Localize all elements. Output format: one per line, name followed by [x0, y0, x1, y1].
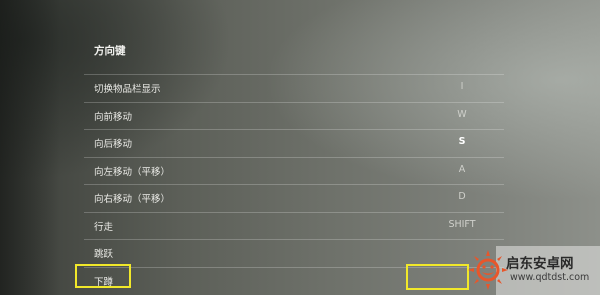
action-label: 跳跃 — [94, 249, 114, 260]
highlight-box-key — [406, 264, 469, 290]
watermark: 启东安卓网 www.qdtdst.com — [466, 246, 600, 295]
key-button[interactable]: D — [432, 191, 492, 202]
keybinding-row-forward[interactable]: 向前移动 W — [84, 101, 504, 130]
key-button[interactable]: W — [432, 109, 492, 120]
keybinding-row-jump[interactable]: 跳跃 — [84, 239, 504, 267]
keybinding-row-backward[interactable]: 向后移动 S — [84, 129, 504, 157]
key-button[interactable]: S — [432, 136, 492, 147]
key-button[interactable]: A — [432, 164, 492, 175]
keybinding-row-strafe-right[interactable]: 向右移动（平移） D — [84, 184, 504, 212]
key-button[interactable]: SHIFT — [432, 219, 492, 230]
action-label: 向后移动 — [94, 139, 133, 150]
sun-logo-icon — [468, 250, 508, 290]
keybinding-list: 切换物品栏显示 I 向前移动 W 向后移动 S 向左移动（平移） A 向右移动（… — [84, 74, 504, 294]
action-label: 向前移动 — [94, 111, 133, 123]
action-label: 切换物品栏显示 — [94, 84, 161, 95]
highlight-box-action — [75, 264, 131, 288]
action-label: 行走 — [94, 221, 114, 233]
section-title: 方向键 — [94, 45, 126, 57]
keybinding-row-walk[interactable]: 行走 SHIFT — [84, 211, 504, 240]
background-shade — [0, 0, 60, 295]
watermark-url: www.qdtdst.com — [510, 272, 590, 283]
action-label: 向左移动（平移） — [94, 166, 171, 178]
keybinding-row-inventory[interactable]: 切换物品栏显示 I — [84, 74, 504, 102]
key-button[interactable]: I — [432, 81, 492, 92]
action-label: 向右移动（平移） — [94, 194, 171, 205]
keybinding-row-strafe-left[interactable]: 向左移动（平移） A — [84, 156, 504, 185]
watermark-name: 启东安卓网 — [506, 256, 574, 272]
